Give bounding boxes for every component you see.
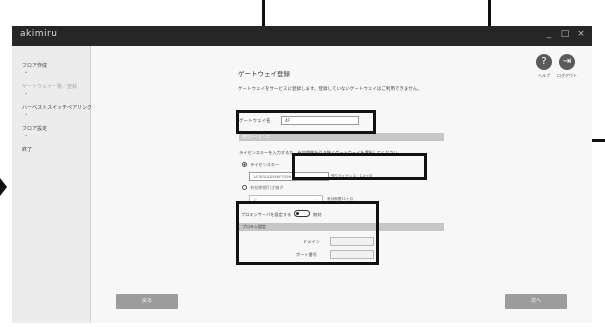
maximize-button[interactable]: □ — [558, 29, 572, 39]
next-button[interactable]: 次へ — [505, 294, 567, 309]
title-bar: akimiru _ □ × — [12, 26, 592, 46]
license-key-value: 1A7B3C4D5E6F7G8H — [253, 174, 292, 179]
sidebar-item-harvest-pairing[interactable]: ハーベストスイッチペアリング — [22, 104, 92, 111]
chevron-down-icon[interactable]: ⌄ — [24, 90, 28, 96]
close-button[interactable]: × — [574, 29, 588, 39]
help-label[interactable]: ヘルプ — [538, 73, 550, 79]
license-section-label: 使用ライセンス — [242, 134, 270, 139]
chevron-down-icon[interactable]: ⌄ — [24, 69, 28, 75]
logout-label[interactable]: ログアウト — [557, 73, 577, 79]
logout-icon[interactable]: ⇥ — [559, 54, 575, 70]
back-button[interactable]: 戻る — [116, 294, 178, 309]
license-key-radio[interactable] — [242, 162, 247, 167]
sidebar: フロア作成 ⌄ ゲートウェイ一覧／登録 ⌄ ハーベストスイッチペアリング ⌄ フ… — [12, 46, 92, 323]
sidebar-item-floor-settings[interactable]: フロア設定 — [22, 125, 47, 132]
sidebar-item-gateway[interactable]: ゲートウェイ一覧／登録 — [22, 83, 77, 90]
app-title: akimiru — [20, 29, 58, 39]
left-arrow-marker — [0, 178, 7, 196]
callout-proxy-settings — [236, 201, 379, 265]
chevron-down-icon[interactable]: ⌄ — [24, 132, 28, 138]
license-section-bar: 使用ライセンス — [239, 133, 444, 141]
sidebar-item-floor-create[interactable]: フロア作成 — [22, 62, 47, 69]
help-icon[interactable]: ? — [536, 54, 552, 70]
callout-license-key — [292, 153, 427, 180]
sidebar-item-exit[interactable]: 終了 — [22, 146, 32, 153]
main-panel: ? ヘルプ ⇥ ログアウト ゲートウェイ登録 ゲートウェイをサービスに登録します… — [91, 46, 592, 323]
callout-gateway-name — [236, 110, 376, 134]
minimize-button[interactable]: _ — [542, 29, 556, 39]
chevron-down-icon[interactable]: ⌄ — [24, 111, 28, 117]
license-inherit-radio[interactable] — [242, 185, 247, 190]
page-description: ゲートウェイをサービスに登録します。登録していないゲートウェイはご利用できません… — [238, 87, 422, 92]
license-inherit-option-label[interactable]: 有効期間引き継ぎ — [250, 185, 284, 191]
page-title: ゲートウェイ登録 — [238, 70, 290, 78]
license-key-option-label[interactable]: ライセンスキー — [250, 162, 279, 168]
